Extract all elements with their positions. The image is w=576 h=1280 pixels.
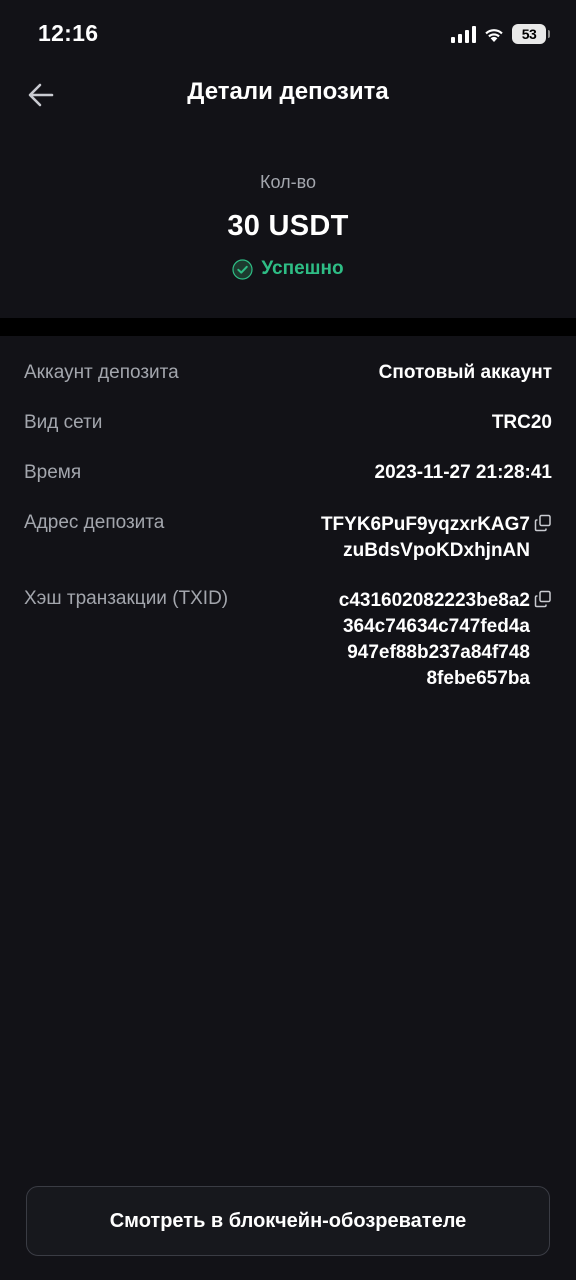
network-label: Вид сети bbox=[24, 412, 103, 433]
address-line: TFYK6PuF9yqzxrKAG7 bbox=[320, 514, 530, 535]
wifi-icon bbox=[485, 29, 503, 42]
battery-icon: 53 bbox=[512, 24, 550, 44]
deposit-account-label: Аккаунт депозита bbox=[24, 362, 179, 383]
address-line: zuBdsVpoKDxhjnAN bbox=[343, 540, 530, 561]
status-time: 12:16 bbox=[38, 20, 99, 46]
amount-value: 30 USDT bbox=[227, 210, 349, 242]
cellular-signal-icon bbox=[451, 25, 476, 43]
time-value: 2023-11-27 21:28:41 bbox=[374, 462, 552, 483]
network-value: TRC20 bbox=[491, 412, 552, 433]
txid-label: Хэш транзакции (TXID) bbox=[24, 588, 229, 609]
deposit-account-value: Спотовый аккаунт bbox=[378, 362, 552, 383]
view-in-explorer-button[interactable]: Смотреть в блокчейн-обозревателе bbox=[26, 1186, 550, 1256]
amount-label: Кол-во bbox=[260, 172, 316, 192]
section-divider bbox=[0, 318, 576, 336]
row-network: Вид сети TRC20 bbox=[24, 412, 552, 442]
status-text: Успешно bbox=[261, 258, 344, 279]
amount-summary: Кол-во 30 USDT Успешно bbox=[0, 122, 576, 318]
copy-address-icon[interactable] bbox=[534, 514, 552, 532]
page-title: Детали депозита bbox=[187, 78, 389, 105]
status-bar: 12:16 53 bbox=[0, 0, 576, 66]
txid-line: 947ef88b237a84f748 bbox=[347, 642, 530, 663]
row-time: Время 2023-11-27 21:28:41 bbox=[24, 462, 552, 492]
battery-level: 53 bbox=[521, 26, 537, 42]
time-label: Время bbox=[24, 462, 82, 483]
status-badge: Успешно bbox=[0, 258, 576, 280]
copy-txid-icon[interactable] bbox=[534, 590, 552, 608]
txid-value[interactable]: c431602082223be8a2 364c74634c747fed4a 94… bbox=[339, 588, 530, 692]
deposit-address-value[interactable]: TFYK6PuF9yqzxrKAG7 zuBdsVpoKDxhjnAN bbox=[321, 512, 530, 564]
status-icons: 53 bbox=[451, 22, 550, 46]
deposit-details-screen: 12:16 53 Детали депозита Кол-во 30 USDT … bbox=[0, 0, 576, 1280]
row-deposit-address: Адрес депозита TFYK6PuF9yqzxrKAG7 zuBdsV… bbox=[24, 512, 552, 568]
txid-line: 8febe657ba bbox=[426, 668, 530, 689]
row-txid: Хэш транзакции (TXID) c431602082223be8a2… bbox=[24, 588, 552, 698]
txid-line: 364c74634c747fed4a bbox=[342, 616, 530, 637]
header: Детали депозита bbox=[0, 66, 576, 122]
txid-line: c431602082223be8a2 bbox=[338, 590, 530, 611]
deposit-address-label: Адрес депозита bbox=[24, 512, 165, 533]
row-deposit-account: Аккаунт депозита Спотовый аккаунт bbox=[24, 362, 552, 392]
check-circle-icon bbox=[232, 258, 254, 280]
